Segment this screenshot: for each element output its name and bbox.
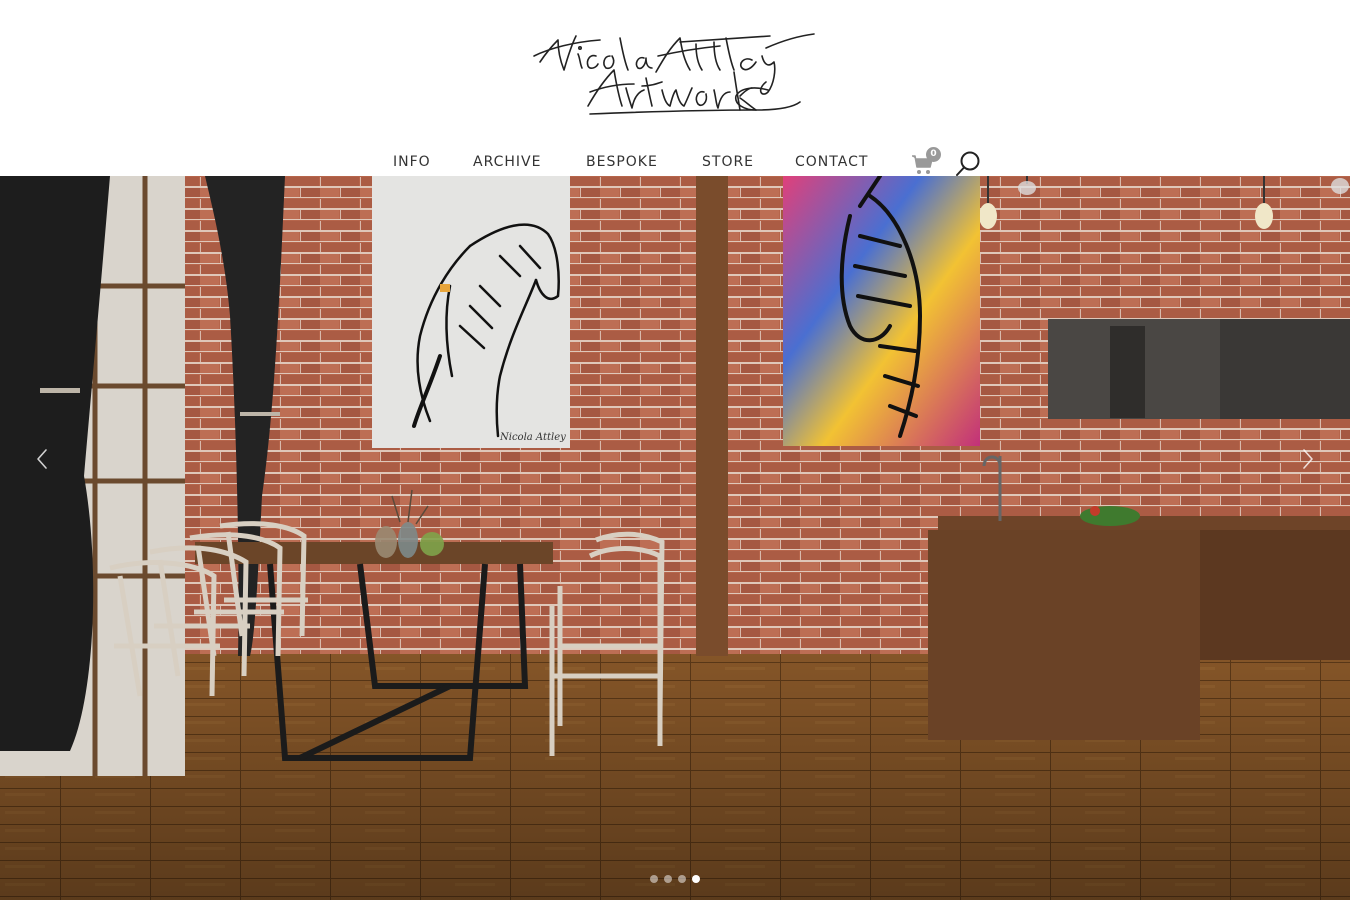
nav-item-store[interactable]: STORE — [702, 148, 754, 176]
site-logo[interactable] — [530, 26, 820, 122]
chevron-left-icon — [37, 449, 47, 469]
site-header: INFO ARCHIVE BESPOKE STORE CONTACT 0 — [0, 0, 1350, 176]
cart-button[interactable]: 0 — [911, 147, 945, 176]
search-icon — [956, 151, 980, 176]
nav-item-info[interactable]: INFO — [393, 148, 431, 176]
nav-item-contact[interactable]: CONTACT — [795, 148, 868, 176]
slider-dot-2[interactable] — [664, 875, 672, 883]
slider-dot-3[interactable] — [678, 875, 686, 883]
cart-count-badge: 0 — [926, 147, 941, 162]
chevron-right-icon — [1303, 449, 1313, 469]
nav-item-archive[interactable]: ARCHIVE — [473, 148, 541, 176]
hero-slider: Nicola Attley — [0, 176, 1350, 900]
slide-image-loft-interior: Nicola Attley — [0, 176, 1350, 900]
painting-signature: Nicola Attley — [499, 432, 566, 443]
slider-dot-4[interactable] — [692, 875, 700, 883]
slider-pagination — [650, 875, 702, 885]
slider-dot-1[interactable] — [650, 875, 658, 883]
slider-next-button[interactable] — [1293, 444, 1323, 474]
signature-logo — [533, 33, 815, 115]
search-button[interactable] — [955, 150, 983, 176]
nav-item-bespoke[interactable]: BESPOKE — [586, 148, 658, 176]
slider-prev-button[interactable] — [27, 444, 57, 474]
main-nav: INFO ARCHIVE BESPOKE STORE CONTACT 0 — [0, 147, 1350, 176]
